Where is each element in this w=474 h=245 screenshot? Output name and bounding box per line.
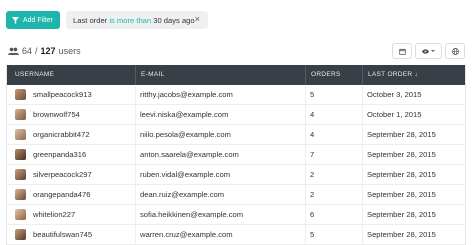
username-cell[interactable]: beautifulswan745: [33, 225, 92, 245]
table-row[interactable]: silverpeacock297 ruben.vidal@example.com…: [7, 165, 465, 185]
active-filter-chip[interactable]: Last order is more than 30 days ago ×: [66, 11, 208, 29]
email-cell: warren.cruz@example.com: [140, 230, 233, 239]
table-row[interactable]: orangepanda476 dean.ruiz@example.com 2 S…: [7, 185, 465, 205]
avatar: [15, 89, 26, 100]
date-range-button[interactable]: [392, 43, 412, 59]
table-row[interactable]: smallpeacock913 ritthy.jacobs@example.co…: [7, 85, 465, 105]
username-cell[interactable]: whitelion227: [33, 205, 75, 225]
globe-icon: [451, 47, 459, 55]
globe-button[interactable]: [445, 43, 465, 59]
users-separator: /: [35, 46, 38, 56]
avatar: [15, 229, 26, 240]
table-row[interactable]: whitelion227 sofia.heikkinen@example.com…: [7, 205, 465, 225]
username-cell[interactable]: orangepanda476: [33, 185, 90, 205]
last-order-cell: September 28, 2015: [367, 210, 436, 219]
column-email[interactable]: E-MAIL: [135, 65, 164, 85]
calendar-icon: [398, 48, 406, 55]
table-header: USERNAME E-MAIL ORDERS LAST ORDER ↓: [7, 65, 465, 85]
users-total: 127: [40, 46, 56, 56]
orders-cell: 5: [310, 90, 315, 99]
users-unit: users: [58, 46, 81, 56]
table-row[interactable]: organicrabbit472 niilo.pesola@example.co…: [7, 125, 465, 145]
avatar: [15, 109, 26, 120]
email-cell: sofia.heikkinen@example.com: [140, 210, 244, 219]
eye-icon: [422, 48, 429, 54]
avatar: [15, 149, 26, 160]
add-filter-label: Add Filter: [23, 16, 53, 24]
avatar: [15, 189, 26, 200]
orders-cell: 4: [310, 130, 315, 139]
orders-cell: 6: [310, 210, 315, 219]
username-cell[interactable]: smallpeacock913: [33, 85, 92, 105]
avatar: [15, 209, 26, 220]
users-count: 64 / 127 users: [8, 46, 81, 56]
username-cell[interactable]: greenpanda316: [33, 145, 86, 165]
users-icon: [8, 47, 19, 55]
table-row[interactable]: greenpanda316 anton.saarela@example.com …: [7, 145, 465, 165]
orders-cell: 7: [310, 150, 315, 159]
column-orders[interactable]: ORDERS: [305, 65, 341, 85]
email-cell: dean.ruiz@example.com: [140, 190, 225, 199]
last-order-cell: September 28, 2015: [367, 150, 436, 159]
orders-cell: 2: [310, 170, 315, 179]
filter-value[interactable]: 30 days ago: [153, 16, 194, 25]
username-cell[interactable]: brownwolf754: [33, 105, 80, 125]
add-filter-button[interactable]: Add Filter: [6, 11, 60, 29]
column-username[interactable]: USERNAME: [15, 65, 54, 85]
chevron-down-icon: [431, 50, 435, 52]
last-order-cell: September 28, 2015: [367, 170, 436, 179]
filter-field: Last order: [73, 15, 108, 25]
avatar: [15, 169, 26, 180]
filter-icon: [12, 16, 19, 24]
email-cell: ritthy.jacobs@example.com: [140, 90, 233, 99]
column-last-order[interactable]: LAST ORDER ↓: [362, 65, 418, 85]
email-cell: leevi.niska@example.com: [140, 110, 229, 119]
avatar: [15, 129, 26, 140]
last-order-cell: September 28, 2015: [367, 230, 436, 239]
remove-filter-icon[interactable]: ×: [195, 14, 200, 24]
last-order-cell: September 28, 2015: [367, 130, 436, 139]
table-row[interactable]: brownwolf754 leevi.niska@example.com 4 O…: [7, 105, 465, 125]
orders-cell: 4: [310, 110, 315, 119]
orders-cell: 5: [310, 230, 315, 239]
email-cell: niilo.pesola@example.com: [140, 130, 231, 139]
column-visibility-button[interactable]: [415, 43, 442, 59]
users-shown: 64: [22, 46, 33, 56]
table-row[interactable]: beautifulswan745 warren.cruz@example.com…: [7, 225, 465, 245]
last-order-cell: October 3, 2015: [367, 90, 422, 99]
email-cell: ruben.vidal@example.com: [140, 170, 231, 179]
email-cell: anton.saarela@example.com: [140, 150, 239, 159]
username-cell[interactable]: silverpeacock297: [33, 165, 92, 185]
orders-cell: 2: [310, 190, 315, 199]
last-order-cell: October 1, 2015: [367, 110, 422, 119]
users-table: USERNAME E-MAIL ORDERS LAST ORDER ↓ smal…: [6, 65, 466, 245]
filter-operator[interactable]: is more than: [109, 16, 151, 25]
username-cell[interactable]: organicrabbit472: [33, 125, 90, 145]
last-order-cell: September 28, 2015: [367, 190, 436, 199]
